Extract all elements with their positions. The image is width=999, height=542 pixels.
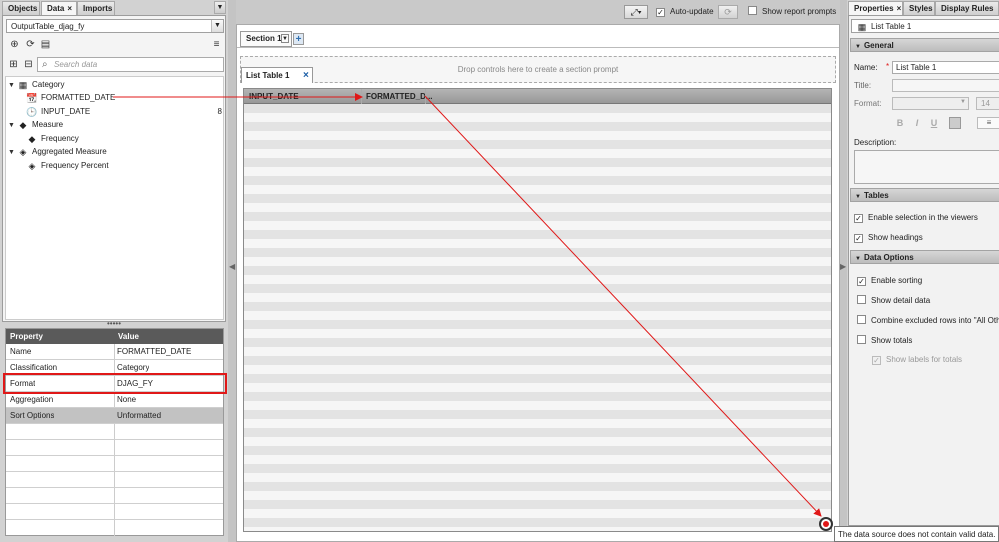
- annotation-arrows: [113, 93, 822, 517]
- arrow-to-error: [424, 95, 822, 517]
